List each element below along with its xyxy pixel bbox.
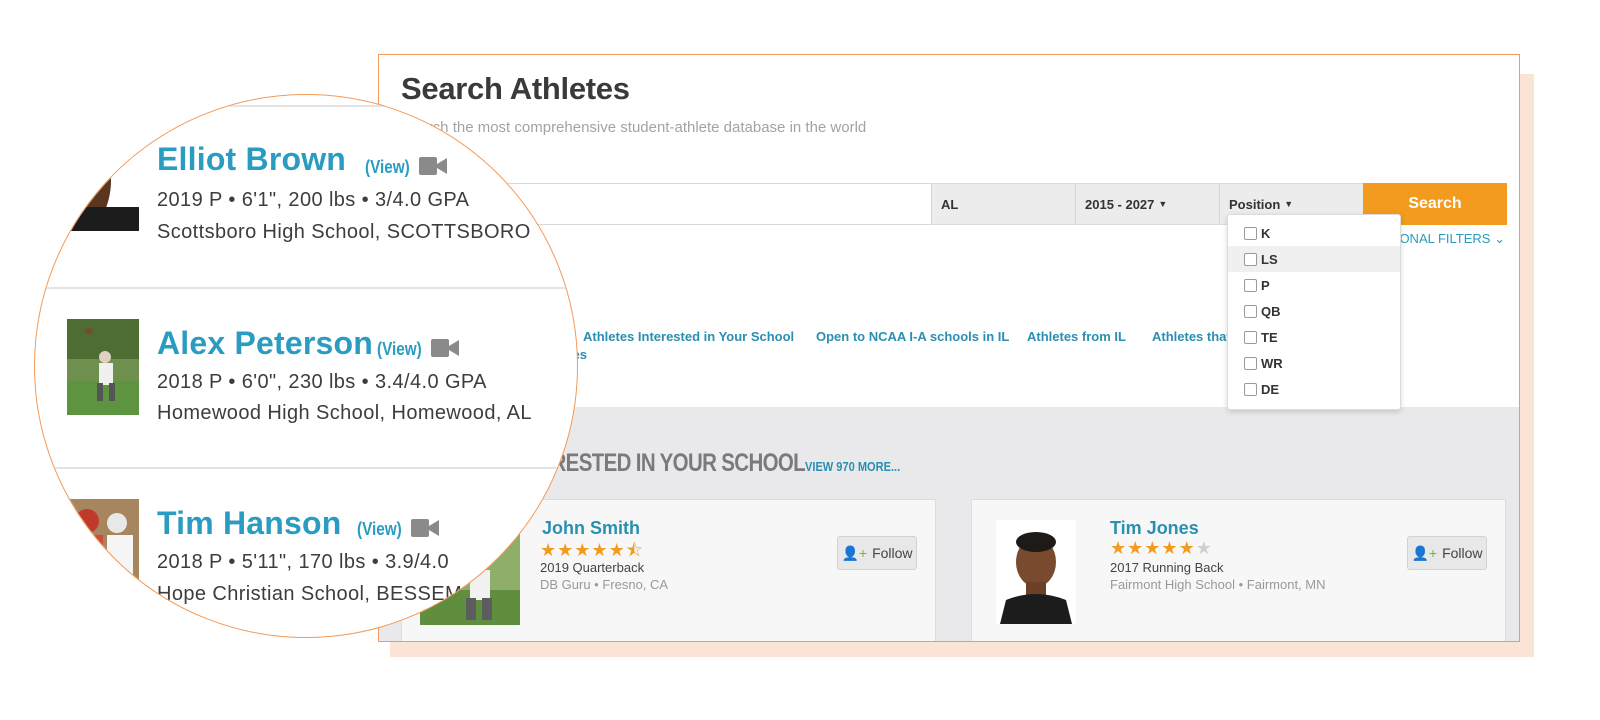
star-icon: ★ bbox=[1161, 538, 1179, 558]
video-camera-icon bbox=[411, 519, 439, 537]
star-icon: ★ bbox=[591, 540, 609, 560]
position-dropdown-menu: K LS P QB TE WR DE bbox=[1227, 214, 1401, 410]
divider bbox=[35, 105, 577, 107]
follow-label: Follow bbox=[872, 545, 913, 561]
year-filter-label: 2015 - 2027 bbox=[1085, 196, 1155, 212]
follow-button[interactable]: 👤+ Follow bbox=[837, 536, 917, 570]
caret-down-icon: ▼ bbox=[1284, 199, 1294, 209]
checkbox-icon[interactable] bbox=[1244, 330, 1257, 344]
athlete-school: Hope Christian School, BESSEMER bbox=[157, 583, 491, 605]
chevron-down-icon: ⌄ bbox=[1494, 231, 1505, 246]
position-option[interactable]: TE bbox=[1228, 324, 1400, 350]
position-option[interactable]: LS bbox=[1228, 246, 1400, 272]
quick-link-from-il[interactable]: Athletes from IL bbox=[1027, 329, 1126, 344]
magnified-athlete-list: Elliot Brown (View) 2019 P • 6'1", 200 l… bbox=[34, 94, 578, 638]
position-option-label: QB bbox=[1261, 303, 1281, 319]
athlete-card[interactable]: Tim Jones ★★★★★★ 2017 Running Back Fairm… bbox=[971, 499, 1506, 641]
position-option-label: WR bbox=[1261, 355, 1283, 371]
rating-stars: ★★★★★★ bbox=[1110, 538, 1213, 559]
position-option[interactable]: WR bbox=[1228, 350, 1400, 376]
athlete-photo bbox=[67, 319, 139, 415]
athlete-school: Homewood High School, Homewood, AL bbox=[157, 402, 532, 424]
divider bbox=[35, 287, 577, 289]
athlete-name[interactable]: John Smith bbox=[542, 518, 640, 539]
page-title: Search Athletes bbox=[401, 71, 630, 106]
state-filter[interactable]: AL bbox=[931, 183, 1075, 225]
view-link[interactable]: (View) bbox=[365, 157, 410, 178]
athlete-stats: 2018 P • 6'0", 230 lbs • 3.4/4.0 GPA bbox=[157, 371, 487, 393]
checkbox-icon[interactable] bbox=[1244, 304, 1257, 318]
checkbox-icon[interactable] bbox=[1244, 356, 1257, 370]
follow-label: Follow bbox=[1442, 545, 1483, 561]
athlete-name[interactable]: Elliot Brown bbox=[157, 141, 346, 178]
state-filter-label: AL bbox=[941, 196, 959, 212]
view-link[interactable]: (View) bbox=[357, 519, 402, 540]
athlete-name[interactable]: Alex Peterson bbox=[157, 325, 373, 362]
caret-down-icon: ▼ bbox=[1158, 199, 1168, 209]
athlete-class-position: 2017 Running Back bbox=[1110, 560, 1224, 575]
athlete-class-position: 2019 Quarterback bbox=[540, 560, 645, 575]
star-icon: ★ bbox=[1110, 538, 1128, 558]
checkbox-icon[interactable] bbox=[1244, 382, 1257, 396]
position-option-label: LS bbox=[1261, 251, 1278, 267]
star-icon: ★ bbox=[1178, 538, 1196, 558]
athlete-photo bbox=[996, 520, 1076, 624]
athlete-name[interactable]: Tim Hanson bbox=[157, 505, 342, 542]
athlete-photo bbox=[67, 499, 139, 583]
athlete-photo bbox=[67, 157, 139, 231]
position-option-label: P bbox=[1261, 277, 1270, 293]
position-option[interactable]: P bbox=[1228, 272, 1400, 298]
quick-link-open-ncaa[interactable]: Open to NCAA I-A schools in IL bbox=[816, 329, 1009, 344]
position-option[interactable]: DE bbox=[1228, 376, 1400, 402]
page-subtitle: Search the most comprehensive student-at… bbox=[401, 119, 867, 136]
follow-button[interactable]: 👤+ Follow bbox=[1407, 536, 1487, 570]
user-plus-icon: 👤+ bbox=[1411, 544, 1438, 561]
athlete-stats: 2018 P • 5'11", 170 lbs • 3.9/4.0 bbox=[157, 551, 450, 573]
position-option[interactable]: K bbox=[1228, 220, 1400, 246]
star-icon: ★ bbox=[540, 540, 558, 560]
athlete-stats: 2019 P • 6'1", 200 lbs • 3/4.0 GPA bbox=[157, 189, 470, 211]
position-option[interactable]: QB bbox=[1228, 298, 1400, 324]
star-icon: ★ bbox=[1127, 538, 1145, 558]
position-option-label: DE bbox=[1261, 381, 1280, 397]
position-option-label: TE bbox=[1261, 329, 1278, 345]
star-icon: ★ bbox=[608, 540, 626, 560]
year-filter[interactable]: 2015 - 2027 ▼ bbox=[1075, 183, 1219, 225]
athlete-location: Fairmont High School • Fairmont, MN bbox=[1110, 577, 1326, 592]
athlete-name[interactable]: Tim Jones bbox=[1110, 518, 1199, 539]
checkbox-icon[interactable] bbox=[1244, 226, 1257, 240]
star-icon: ★ bbox=[1144, 538, 1162, 558]
star-icon: ★ bbox=[574, 540, 592, 560]
star-icon: ★ bbox=[557, 540, 575, 560]
view-more-link[interactable]: VIEW 970 MORE... bbox=[805, 459, 900, 474]
checkbox-icon[interactable] bbox=[1244, 278, 1257, 292]
quick-link-interested[interactable]: Athletes Interested in Your School bbox=[583, 329, 794, 344]
view-link[interactable]: (View) bbox=[377, 339, 422, 360]
user-plus-icon: 👤+ bbox=[841, 544, 868, 561]
checkbox-icon[interactable] bbox=[1244, 252, 1257, 266]
video-camera-icon bbox=[419, 157, 447, 175]
position-option-label: K bbox=[1261, 225, 1271, 241]
divider bbox=[35, 467, 577, 469]
quick-link-athletes-that[interactable]: Athletes that bbox=[1152, 329, 1231, 344]
star-empty-icon: ★ bbox=[1195, 538, 1213, 558]
athlete-location: DB Guru • Fresno, CA bbox=[540, 577, 669, 592]
position-filter-label: Position bbox=[1229, 196, 1281, 212]
athlete-school: Scottsboro High School, SCOTTSBORO bbox=[157, 221, 531, 243]
half-star-icon: ⯪ bbox=[625, 540, 644, 560]
video-camera-icon bbox=[431, 339, 459, 357]
